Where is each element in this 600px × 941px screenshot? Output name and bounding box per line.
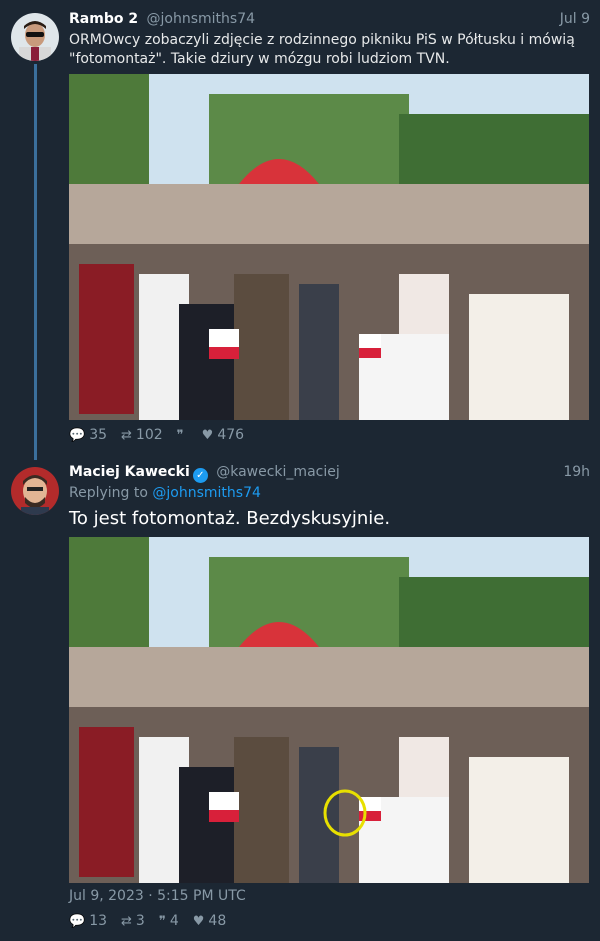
- quote-icon: ❞: [176, 427, 184, 443]
- tweet-text: ORMOwcy zobaczyli zdjęcie z rodzinnego p…: [69, 32, 575, 67]
- quote-button[interactable]: ❞ 4: [159, 913, 179, 929]
- tweet-time[interactable]: Jul 9: [560, 11, 590, 27]
- quote-count: 4: [169, 913, 179, 929]
- thread-line: [34, 64, 37, 460]
- like-button[interactable]: ♥ 476: [202, 427, 244, 443]
- avatar[interactable]: [11, 13, 59, 61]
- handle[interactable]: @kawecki_maciej: [216, 464, 340, 480]
- reply-button[interactable]: 💬 35: [69, 427, 107, 443]
- tweet[interactable]: Maciej Kawecki ✓ @kawecki_maciej 19h Repl…: [0, 456, 600, 941]
- avatar[interactable]: [11, 467, 59, 515]
- quote-button[interactable]: ❞: [177, 427, 188, 443]
- tweet-photo[interactable]: [69, 537, 589, 883]
- handle[interactable]: @johnsmiths74: [147, 11, 256, 27]
- like-count: 476: [217, 427, 245, 443]
- retweet-icon: ⇄: [121, 427, 132, 443]
- retweet-button[interactable]: ⇄ 3: [121, 913, 145, 929]
- like-button[interactable]: ♥ 48: [193, 913, 226, 929]
- verified-badge-icon: ✓: [192, 468, 208, 483]
- retweet-count: 3: [135, 913, 145, 929]
- reply-icon: 💬: [69, 913, 86, 929]
- quote-icon: ❞: [158, 913, 166, 929]
- tweet-time[interactable]: 19h: [563, 464, 590, 480]
- retweet-button[interactable]: ⇄ 102: [121, 427, 163, 443]
- reply-count: 35: [89, 427, 108, 443]
- display-name[interactable]: Maciej Kawecki: [69, 464, 190, 480]
- tweet-actions: 💬 13 ⇄ 3 ❞ 4 ♥ 48: [69, 913, 226, 929]
- tweet-actions: 💬 35 ⇄ 102 ❞ ♥ 476: [69, 427, 244, 443]
- tweet-text: To jest fotomontaż. Bezdyskusyjnie.: [69, 508, 391, 529]
- replying-to: Replying to @johnsmiths74: [69, 485, 261, 501]
- replying-to-link[interactable]: @johnsmiths74: [152, 485, 261, 501]
- reply-button[interactable]: 💬 13: [69, 913, 107, 929]
- display-name[interactable]: Rambo 2: [69, 11, 138, 27]
- replying-prefix: Replying to: [69, 485, 153, 501]
- retweet-icon: ⇄: [121, 913, 132, 929]
- reply-icon: 💬: [69, 427, 86, 443]
- tweet-header: Rambo 2 @johnsmiths74 Jul 9: [69, 11, 590, 31]
- tweet-photo[interactable]: [69, 74, 589, 420]
- tweet[interactable]: Rambo 2 @johnsmiths74 Jul 9 ORMOwcy zoba…: [0, 0, 600, 460]
- tweet-timestamp[interactable]: Jul 9, 2023 · 5:15 PM UTC: [69, 888, 246, 904]
- heart-icon: ♥: [201, 427, 214, 443]
- tweet-header: Maciej Kawecki ✓ @kawecki_maciej 19h: [69, 464, 590, 484]
- like-count: 48: [208, 913, 227, 929]
- retweet-count: 102: [135, 427, 163, 443]
- reply-count: 13: [89, 913, 108, 929]
- heart-icon: ♥: [192, 913, 205, 929]
